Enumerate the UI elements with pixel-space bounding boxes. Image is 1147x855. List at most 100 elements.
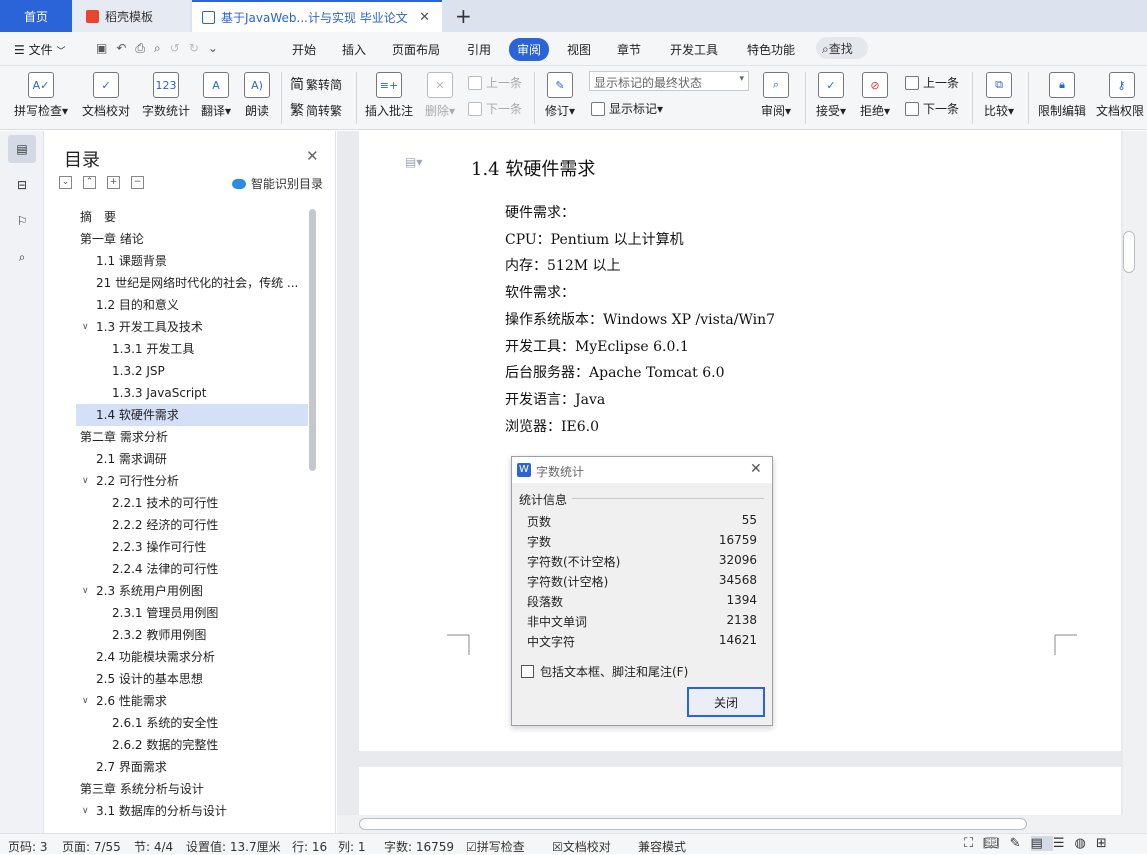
search-button[interactable]: ⌕查找: [816, 37, 868, 59]
toc-item[interactable]: 1.3.2 JSP: [76, 360, 308, 382]
translate-button[interactable]: A 翻译▾: [198, 72, 234, 119]
compare-button[interactable]: ⧉ 比较▾: [980, 72, 1018, 119]
expand-toggle-icon[interactable]: ∨: [82, 316, 89, 338]
toc-item[interactable]: 1.1 课题背景: [76, 250, 308, 272]
remove-heading-icon[interactable]: −: [131, 176, 144, 189]
undo-history-icon[interactable]: ↶: [116, 41, 135, 55]
prev-comment-button[interactable]: 上一条: [468, 74, 522, 91]
tab-docer-templates[interactable]: 稻壳模板: [72, 0, 190, 32]
horizontal-scrollbar[interactable]: [337, 815, 1123, 833]
write-mode-icon[interactable]: ✎: [1010, 836, 1031, 851]
menu-tab-layout[interactable]: 页面布局: [392, 41, 440, 58]
include-textbox-checkbox[interactable]: 包括文本框、脚注和尾注(F): [521, 663, 688, 680]
toc-scrollbar[interactable]: [309, 209, 316, 471]
doc-proofread-button[interactable]: ✓ 文档校对: [80, 72, 132, 119]
file-menu[interactable]: ☰ 文件 ﹀: [14, 41, 65, 58]
close-button[interactable]: 关闭: [687, 687, 765, 717]
doc-permission-button[interactable]: ⚷ 文档权限: [1096, 72, 1147, 119]
tab-home[interactable]: 首页: [0, 0, 72, 32]
smart-toc-button[interactable]: 智能识别目录: [232, 175, 323, 192]
toc-item[interactable]: 2.2.3 操作可行性: [76, 536, 308, 558]
toc-item[interactable]: 2.3.2 教师用例图: [76, 624, 308, 646]
menu-tab-references[interactable]: 引用: [467, 41, 491, 58]
tab-document[interactable]: 基于JavaWeb...计与实现 毕业论文 ✕: [192, 0, 442, 32]
redo-icon[interactable]: ↻: [189, 41, 208, 55]
toc-item[interactable]: 2.1 需求调研: [76, 448, 308, 470]
toc-item[interactable]: 2.3.1 管理员用例图: [76, 602, 308, 624]
toc-item[interactable]: 2.6.2 数据的完整性: [76, 734, 308, 756]
toc-item[interactable]: 1.3.3 JavaScript: [76, 382, 308, 404]
toc-item[interactable]: 2.2.1 技术的可行性: [76, 492, 308, 514]
menu-tab-developer[interactable]: 开发工具: [670, 41, 718, 58]
expand-up-icon[interactable]: ⌃: [83, 176, 96, 189]
toc-item[interactable]: ∨ 1.3 开发工具及技术: [76, 316, 308, 338]
add-heading-icon[interactable]: +: [107, 176, 120, 189]
paragraph-menu-icon[interactable]: ▤▾: [405, 155, 422, 169]
close-icon[interactable]: ✕: [419, 10, 430, 25]
menu-tab-chapter[interactable]: 章节: [617, 41, 641, 58]
horizontal-scroll-thumb[interactable]: [359, 818, 1027, 830]
spell-check-button[interactable]: A✓ 拼写检查▾: [10, 72, 72, 119]
toc-item[interactable]: 2.6.1 系统的安全性: [76, 712, 308, 734]
new-tab-icon[interactable]: +: [455, 4, 472, 28]
expand-toggle-icon[interactable]: ∨: [82, 580, 89, 602]
word-count-button[interactable]: 123 字数统计: [140, 72, 192, 119]
menu-tab-review[interactable]: 审阅: [509, 38, 550, 61]
toc-item[interactable]: ∨ 2.6 性能需求: [76, 690, 308, 712]
toc-item[interactable]: ∨第二章 需求分析: [76, 426, 308, 448]
read-aloud-button[interactable]: A) 朗读: [242, 72, 272, 119]
delete-comment-button[interactable]: ✕ 删除▾: [422, 72, 458, 119]
trad-to-simp-button[interactable]: 简繁转简: [290, 74, 342, 94]
review-pane-button[interactable]: ⌕ 审阅▾: [758, 72, 794, 119]
status-spell-check[interactable]: ☑拼写检查: [466, 838, 525, 855]
print-icon[interactable]: ⎙: [135, 41, 154, 55]
toc-item[interactable]: 1.4 软硬件需求: [76, 404, 308, 426]
toc-item[interactable]: 2.4 功能模块需求分析: [76, 646, 308, 668]
collapse-all-icon[interactable]: ⌄: [59, 176, 72, 189]
customize-icon[interactable]: ⌄: [208, 41, 227, 55]
toc-item[interactable]: 摘 要: [76, 206, 308, 228]
insert-comment-button[interactable]: ≡+ 插入批注: [364, 72, 414, 119]
read-mode-icon[interactable]: 📖︎: [983, 836, 1010, 851]
bookmark-icon[interactable]: ⚐: [8, 207, 36, 235]
menu-tab-view[interactable]: 视图: [567, 41, 591, 58]
toc-item[interactable]: 21 世纪是网络时代化的社会，传统 ...: [76, 272, 308, 294]
next-change-button[interactable]: 下一条: [905, 100, 959, 117]
show-markup-button[interactable]: 显示标记 ▾: [591, 100, 663, 117]
track-changes-button[interactable]: ✎ 修订▾: [541, 72, 579, 119]
restrict-edit-button[interactable]: 🔒︎ 限制编辑: [1036, 72, 1088, 119]
toc-item[interactable]: 2.5 设计的基本思想: [76, 668, 308, 690]
expand-toggle-icon[interactable]: ∨: [82, 470, 89, 492]
status-words[interactable]: 字数: 16759: [384, 838, 454, 855]
toc-item[interactable]: ∨ 2.3 系统用户用例图: [76, 580, 308, 602]
page-view-icon[interactable]: ▤: [1030, 836, 1053, 851]
zoom-icon[interactable]: ⊞: [1096, 836, 1117, 851]
toc-item[interactable]: 2.7 界面需求: [76, 756, 308, 778]
menu-tab-insert[interactable]: 插入: [342, 41, 366, 58]
undo-icon[interactable]: ↺: [170, 41, 189, 55]
vertical-scroll-thumb[interactable]: [1123, 231, 1135, 273]
toc-item[interactable]: 2.2.4 法律的可行性: [76, 558, 308, 580]
menu-tab-start[interactable]: 开始: [292, 41, 316, 58]
close-icon[interactable]: ✕: [306, 147, 319, 165]
expand-toggle-icon[interactable]: ∨: [82, 800, 89, 818]
toc-item[interactable]: ∨ 2.2 可行性分析: [76, 470, 308, 492]
reject-button[interactable]: ⊘ 拒绝▾: [857, 72, 893, 119]
menu-tab-features[interactable]: 特色功能: [747, 41, 795, 58]
simp-to-trad-button[interactable]: 繁简转繁: [290, 100, 342, 120]
print-preview-icon[interactable]: ⌕: [154, 41, 170, 55]
expand-toggle-icon[interactable]: ∨: [82, 690, 89, 712]
prev-change-button[interactable]: 上一条: [905, 74, 959, 91]
toc-item[interactable]: ∨第三章 系统分析与设计: [76, 778, 308, 800]
sections-panel-icon[interactable]: ⊟: [8, 171, 36, 199]
dialog-title-bar[interactable]: W 字数统计 ✕: [512, 457, 772, 483]
status-proofread[interactable]: ☒文档校对: [552, 838, 611, 855]
web-view-icon[interactable]: ◍: [1074, 836, 1095, 851]
toc-item[interactable]: 1.3.1 开发工具: [76, 338, 308, 360]
markup-state-select[interactable]: 显示标记的最终状态 ▾: [589, 71, 749, 91]
toc-item[interactable]: 2.2.2 经济的可行性: [76, 514, 308, 536]
toc-item[interactable]: 1.2 目的和意义: [76, 294, 308, 316]
outline-view-icon[interactable]: ☰: [1053, 836, 1075, 851]
toc-item[interactable]: ∨ 3.1 数据库的分析与设计: [76, 800, 308, 818]
accept-button[interactable]: ✓ 接受▾: [813, 72, 849, 119]
